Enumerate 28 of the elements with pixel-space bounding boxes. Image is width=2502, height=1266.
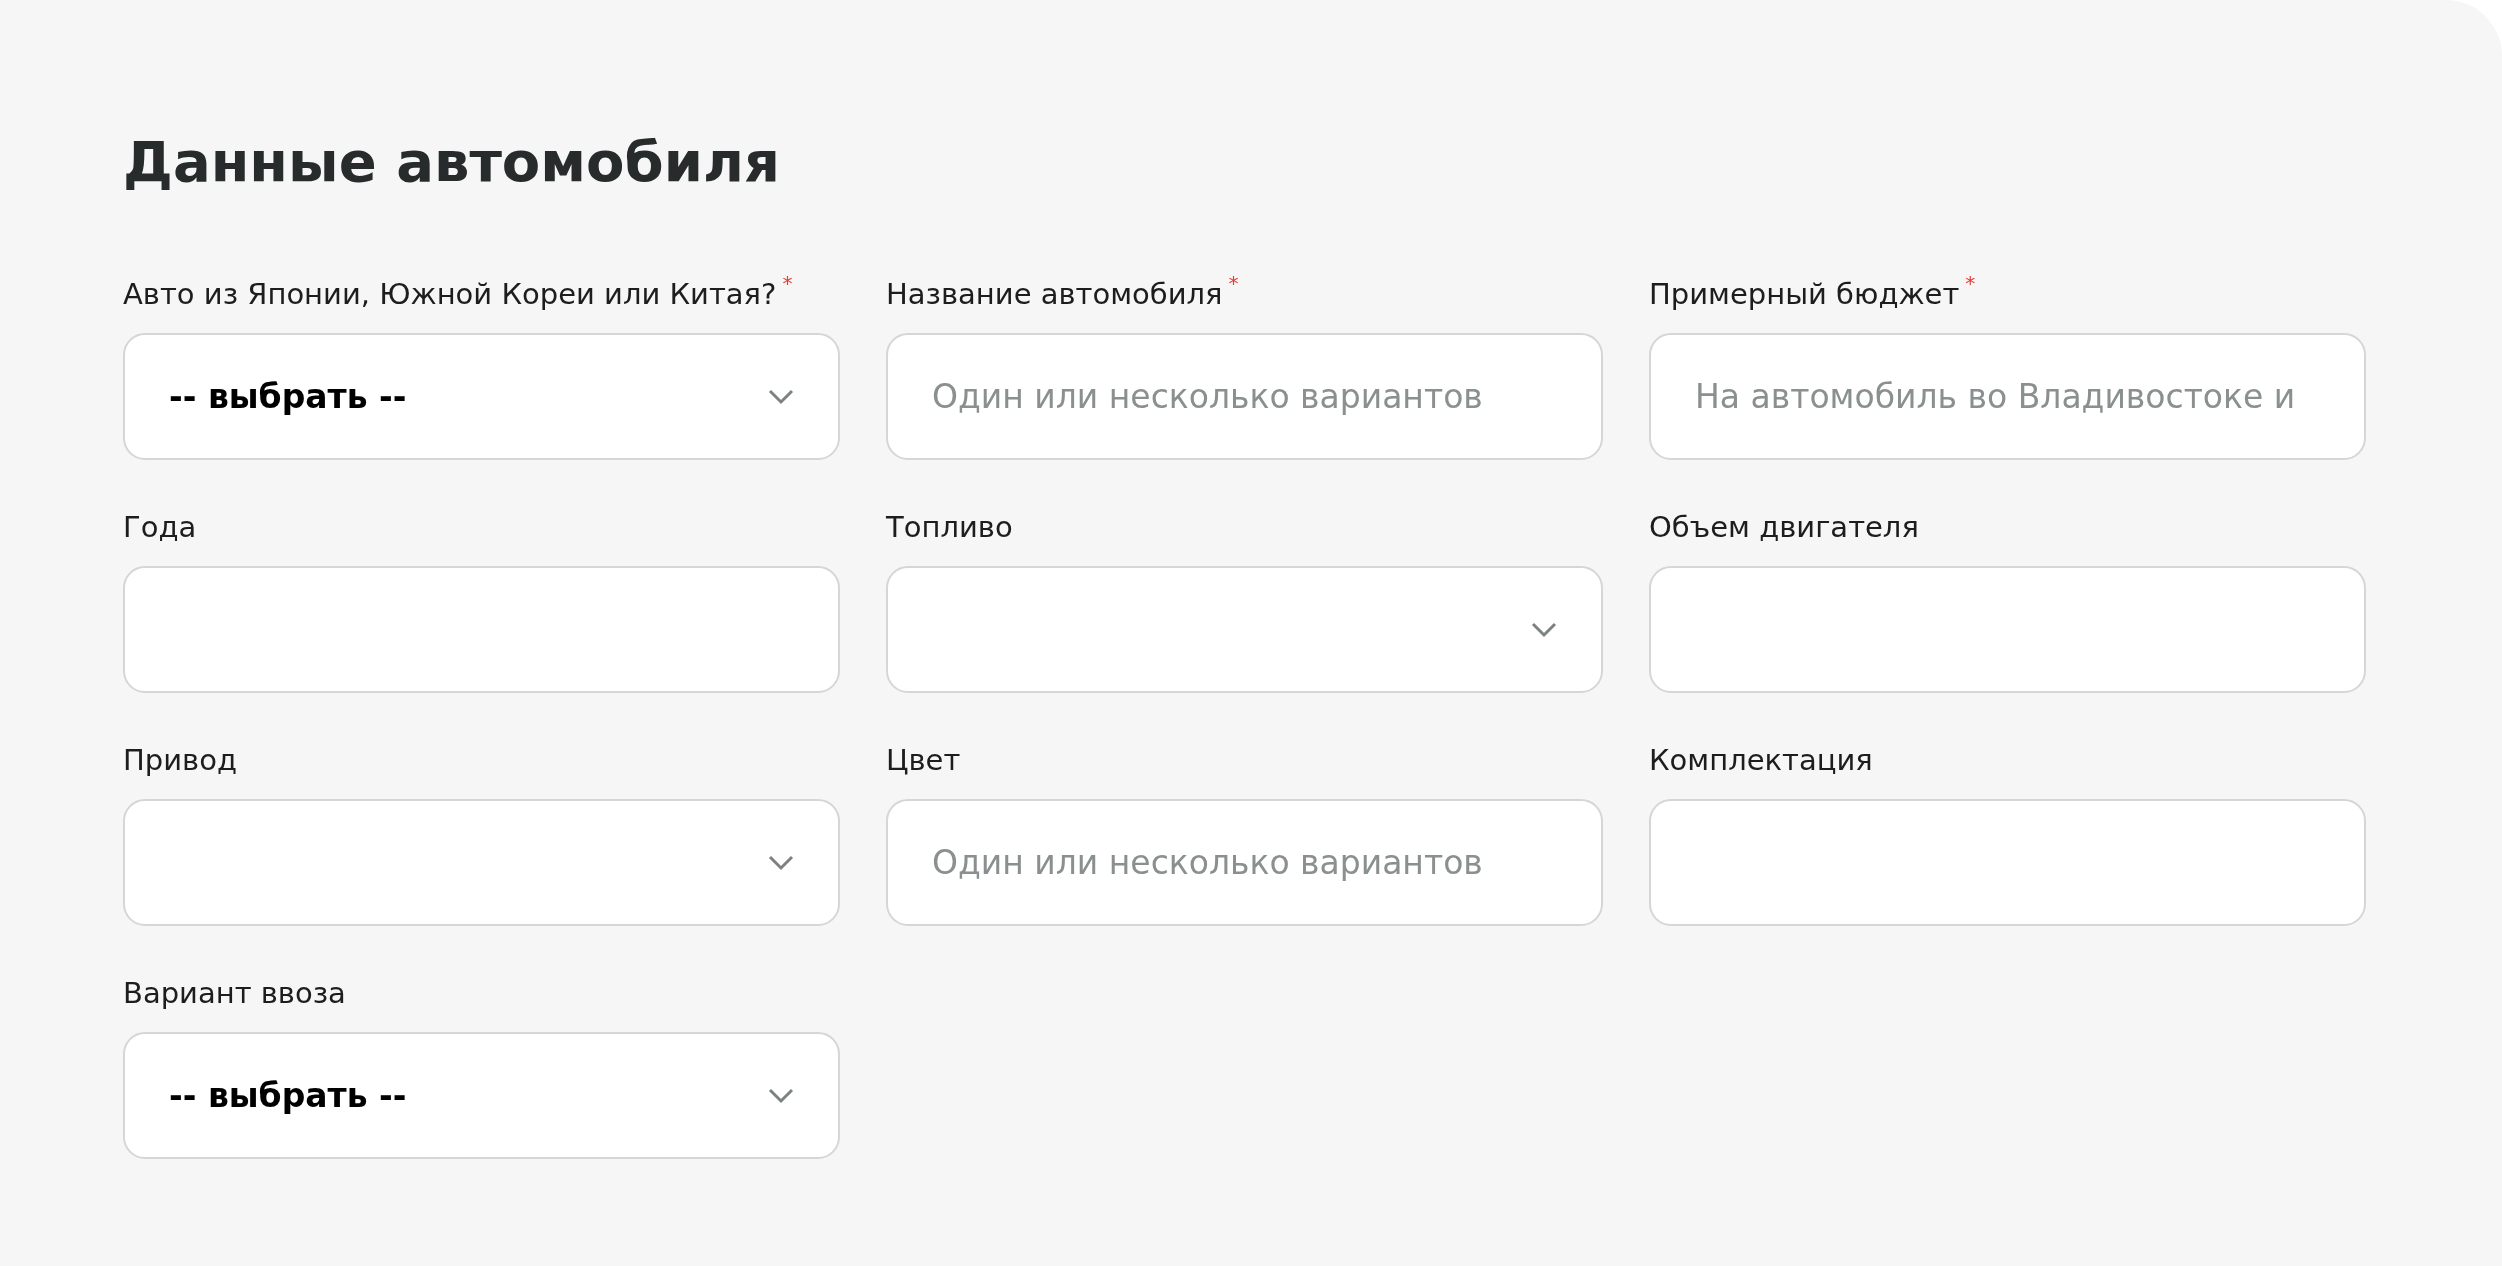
field-label: Название автомобиля	[886, 276, 1223, 314]
required-mark: *	[1965, 273, 1976, 294]
chevron-down-icon	[1531, 621, 1557, 638]
field-label: Вариант ввоза	[123, 975, 346, 1013]
required-mark: *	[1228, 273, 1239, 294]
input-field[interactable]	[1649, 799, 2366, 927]
input-field[interactable]	[123, 566, 840, 694]
field-label: Объем двигателя	[1649, 509, 1919, 547]
input-field[interactable]: Один или несколько вариантов	[886, 333, 1603, 461]
field-label: Года	[123, 509, 197, 547]
section-title: Данные автомобиля	[123, 128, 781, 196]
field-label: Топливо	[886, 509, 1013, 547]
field-label: Привод	[123, 742, 237, 780]
field-label: Авто из Японии, Южной Кореи или Китая?	[123, 276, 777, 314]
dropdown[interactable]: -- выбрать --	[123, 333, 840, 461]
chevron-down-icon	[768, 854, 794, 871]
field-label: Примерный бюджет	[1649, 276, 1960, 314]
required-mark: *	[782, 273, 793, 294]
field-label: Цвет	[886, 742, 961, 780]
input-field[interactable]: Один или несколько вариантов	[886, 799, 1603, 927]
chevron-down-icon	[768, 388, 794, 405]
input-field[interactable]	[1649, 566, 2366, 694]
chevron-down-icon	[768, 1087, 794, 1104]
field-label: Комплектация	[1649, 742, 1873, 780]
dropdown[interactable]: -- выбрать --	[123, 1032, 840, 1160]
dropdown[interactable]	[886, 566, 1603, 694]
dropdown[interactable]	[123, 799, 840, 927]
input-field[interactable]: На автомобиль во Владивостоке и	[1649, 333, 2366, 461]
